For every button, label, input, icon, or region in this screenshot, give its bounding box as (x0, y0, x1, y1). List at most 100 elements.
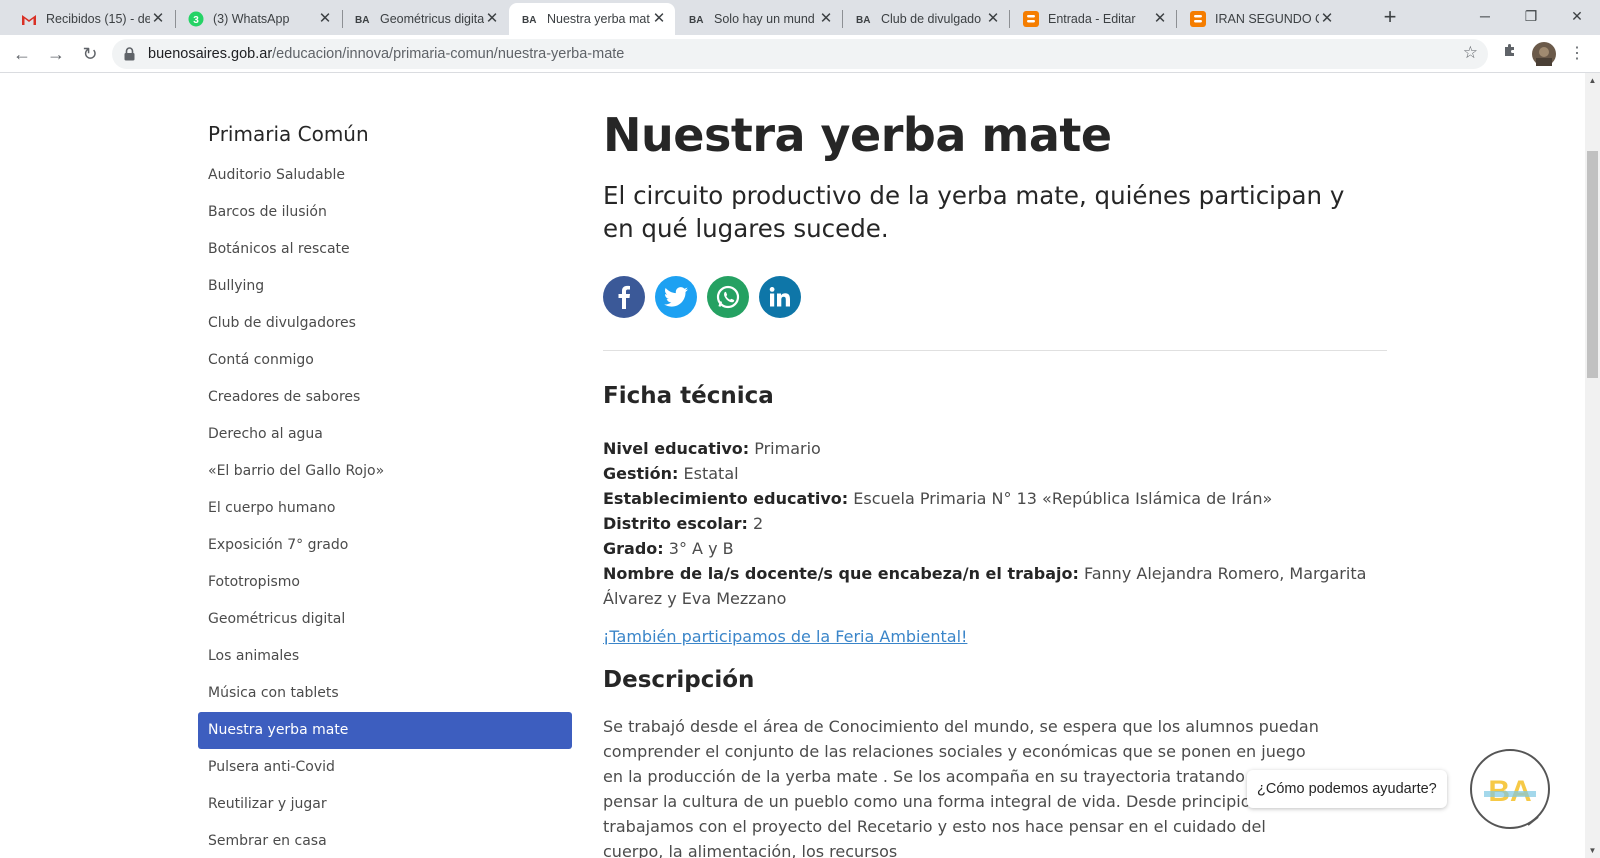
sidebar-item-botanicos-al-rescate[interactable]: Botánicos al rescate (198, 231, 572, 268)
tab-solo-hay-un-mundo[interactable]: BA Solo hay un mund ✕ (676, 3, 842, 35)
svg-text:BA: BA (355, 15, 369, 24)
chat-assistant-button[interactable]: BA (1470, 749, 1550, 829)
sidebar-item-geometricus-digital[interactable]: Geométricus digital (198, 601, 572, 638)
ba-icon: BA (856, 11, 872, 27)
field-label: Establecimiento educativo: (603, 489, 849, 508)
share-linkedin-button[interactable] (759, 276, 801, 318)
sidebar-item-auditorio-saludable[interactable]: Auditorio Saludable (198, 157, 572, 194)
blogger-icon (1023, 11, 1039, 27)
ba-icon: BA (689, 11, 705, 27)
menu-kebab-icon[interactable]: ⋮ (1563, 40, 1591, 68)
sidebar-heading: Primaria Común (208, 122, 369, 146)
field-grado: Grado: 3° A y B (603, 536, 1387, 561)
close-icon[interactable]: ✕ (985, 11, 1001, 27)
sidebar-item-bullying[interactable]: Bullying (198, 268, 572, 305)
sidebar-item-derecho-al-agua[interactable]: Derecho al agua (198, 416, 572, 453)
tab-gmail[interactable]: Recibidos (15) - de ✕ (8, 3, 174, 35)
avatar[interactable] (1530, 40, 1558, 68)
tab-title: Entrada - Editar (1048, 12, 1136, 26)
new-tab-button[interactable]: + (1376, 4, 1404, 32)
scrollbar-thumb[interactable] (1587, 151, 1598, 378)
twitter-icon (664, 287, 688, 307)
page-title: Nuestra yerba mate (603, 108, 1112, 162)
url-path: /educacion/innova/primaria-comun/nuestra… (272, 46, 625, 62)
reload-button[interactable]: ↻ (76, 40, 104, 68)
close-icon[interactable]: ✕ (317, 11, 333, 27)
tab-title: Club de divulgado (881, 12, 982, 26)
facebook-icon (618, 285, 630, 309)
divider (603, 350, 1387, 351)
back-button[interactable]: ← (8, 40, 36, 68)
tab-nuestra-yerba-mate[interactable]: BA Nuestra yerba mat ✕ (509, 3, 675, 35)
close-icon[interactable]: ✕ (651, 11, 667, 27)
tab-entrada-editar[interactable]: Entrada - Editar ✕ (1010, 3, 1176, 35)
close-icon[interactable]: ✕ (150, 11, 166, 27)
restore-button[interactable]: ❐ (1508, 0, 1554, 32)
svg-text:BA: BA (689, 15, 703, 24)
field-docentes: Nombre de la/s docente/s que encabeza/n … (603, 561, 1387, 611)
tab-strip: Recibidos (15) - de ✕ 3 (3) WhatsApp ✕ B… (0, 0, 1600, 35)
field-label: Grado: (603, 539, 664, 558)
lock-icon (124, 47, 135, 66)
sidebar-item-exposicion-7-grado[interactable]: Exposición 7° grado (198, 527, 572, 564)
close-icon[interactable]: ✕ (818, 11, 834, 27)
sidebar-item-conta-conmigo[interactable]: Contá conmigo (198, 342, 572, 379)
svg-text:BA: BA (522, 15, 536, 24)
tab-club-de-divulgadores[interactable]: BA Club de divulgado ✕ (843, 3, 1009, 35)
tab-title: Nuestra yerba mat (547, 12, 650, 26)
ba-icon: BA (522, 11, 538, 27)
ficha-tecnica-heading: Ficha técnica (603, 383, 774, 409)
sidebar-item-club-de-divulgadores[interactable]: Club de divulgadores (198, 305, 572, 342)
scroll-down-arrow-icon[interactable]: ▼ (1585, 843, 1600, 858)
page-content: Primaria Común Auditorio Saludable Barco… (0, 73, 1585, 858)
browser-toolbar: ← → ↻ buenosaires.gob.ar/educacion/innov… (0, 35, 1600, 73)
sidebar-item-nuestra-yerba-mate[interactable]: Nuestra yerba mate (198, 712, 572, 749)
close-icon[interactable]: ✕ (484, 11, 500, 27)
tab-geometricus[interactable]: BA Geométricus digita ✕ (342, 3, 508, 35)
gmail-icon (21, 11, 37, 27)
tab-title: (3) WhatsApp (213, 12, 290, 26)
sidebar-item-sembrar-en-casa[interactable]: Sembrar en casa (198, 823, 572, 858)
whatsapp-icon: 3 (188, 11, 204, 27)
address-bar[interactable]: buenosaires.gob.ar/educacion/innova/prim… (112, 39, 1488, 69)
feria-ambiental-link[interactable]: ¡También participamos de la Feria Ambien… (603, 627, 967, 646)
sidebar-item-los-animales[interactable]: Los animales (198, 638, 572, 675)
tab-iran-segundo[interactable]: IRAN SEGUNDO C ✕ (1177, 3, 1343, 35)
tab-title: Geométricus digita (380, 12, 484, 26)
share-whatsapp-button[interactable] (707, 276, 749, 318)
bookmark-star-icon[interactable]: ☆ (1463, 43, 1478, 63)
url-text: buenosaires.gob.ar/educacion/innova/prim… (148, 46, 624, 62)
sidebar-item-pulsera-anti-covid[interactable]: Pulsera anti-Covid (198, 749, 572, 786)
share-twitter-button[interactable] (655, 276, 697, 318)
url-host: buenosaires.gob.ar (148, 46, 273, 62)
forward-button[interactable]: → (42, 40, 70, 68)
sidebar-item-musica-con-tablets[interactable]: Música con tablets (198, 675, 572, 712)
close-icon[interactable]: ✕ (1319, 11, 1335, 27)
scroll-up-arrow-icon[interactable]: ▲ (1585, 73, 1600, 88)
tab-whatsapp[interactable]: 3 (3) WhatsApp ✕ (175, 3, 341, 35)
minimize-button[interactable]: ─ (1462, 0, 1508, 32)
descripcion-text: Se trabajó desde el área de Conocimiento… (603, 717, 1319, 858)
sidebar-item-creadores-de-sabores[interactable]: Creadores de sabores (198, 379, 572, 416)
field-value: Estatal (683, 464, 739, 483)
whatsapp-icon (716, 285, 740, 309)
chat-prompt-bubble[interactable]: ¿Cómo podemos ayudarte? (1247, 770, 1447, 808)
sidebar-item-barcos-de-ilusion[interactable]: Barcos de ilusión (198, 194, 572, 231)
close-icon[interactable]: ✕ (1152, 11, 1168, 27)
field-label: Distrito escolar: (603, 514, 748, 533)
sidebar-item-fototropismo[interactable]: Fototropismo (198, 564, 572, 601)
close-window-button[interactable]: ✕ (1554, 0, 1600, 32)
sidebar-item-el-cuerpo-humano[interactable]: El cuerpo humano (198, 490, 572, 527)
field-gestion: Gestión: Estatal (603, 461, 1387, 486)
field-label: Nivel educativo: (603, 439, 750, 458)
sidebar-item-reutilizar-y-jugar[interactable]: Reutilizar y jugar (198, 786, 572, 823)
sidebar-item-el-barrio-del-gallo-rojo[interactable]: «El barrio del Gallo Rojo» (198, 453, 572, 490)
ficha-tecnica-fields: Nivel educativo: Primario Gestión: Estat… (603, 436, 1387, 611)
page-lead: El circuito productivo de la yerba mate,… (603, 181, 1345, 243)
tab-title: IRAN SEGUNDO C (1215, 12, 1319, 26)
tab-title: Recibidos (15) - de (46, 12, 150, 26)
page-scrollbar[interactable]: ▲ ▼ (1585, 73, 1600, 858)
share-facebook-button[interactable] (603, 276, 645, 318)
extensions-puzzle-icon[interactable] (1496, 40, 1524, 68)
field-label: Gestión: (603, 464, 679, 483)
